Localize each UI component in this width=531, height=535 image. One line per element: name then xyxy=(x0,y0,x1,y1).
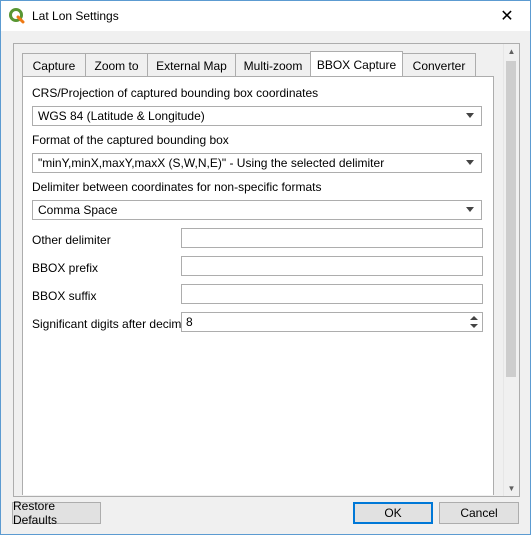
chevron-down-icon xyxy=(466,160,474,165)
ok-button[interactable]: OK xyxy=(353,502,433,524)
chevron-down-icon xyxy=(466,113,474,118)
format-dropdown[interactable]: "minY,minX,maxY,maxX (S,W,N,E)" - Using … xyxy=(32,153,482,173)
format-value: "minY,minX,maxY,maxX (S,W,N,E)" - Using … xyxy=(38,156,385,170)
window-title: Lat Lon Settings xyxy=(32,9,119,23)
delimiter-dropdown[interactable]: Comma Space xyxy=(32,200,482,220)
scroll-down-icon[interactable]: ▼ xyxy=(504,481,519,496)
title-bar: Lat Lon Settings ✕ xyxy=(1,1,530,31)
digits-spinbox[interactable]: 8 xyxy=(181,312,483,332)
delimiter-value: Comma Space xyxy=(38,203,118,217)
crs-label: CRS/Projection of captured bounding box … xyxy=(32,86,319,100)
chevron-down-icon xyxy=(466,207,474,212)
format-label: Format of the captured bounding box xyxy=(32,133,229,147)
restore-defaults-button[interactable]: Restore Defaults xyxy=(12,499,101,527)
close-button[interactable]: ✕ xyxy=(484,1,530,31)
crs-dropdown[interactable]: WGS 84 (Latitude & Longitude) xyxy=(32,106,482,126)
bbox-suffix-label: BBOX suffix xyxy=(32,289,97,303)
tab-capture[interactable]: Capture xyxy=(22,53,86,77)
scroll-up-icon[interactable]: ▲ xyxy=(504,44,519,59)
tab-bbox-capture[interactable]: BBOX Capture xyxy=(310,51,403,78)
crs-value: WGS 84 (Latitude & Longitude) xyxy=(38,109,205,123)
bbox-prefix-input[interactable] xyxy=(181,256,483,276)
digits-label: Significant digits after decimal xyxy=(32,317,191,331)
bbox-suffix-input[interactable] xyxy=(181,284,483,304)
other-delimiter-label: Other delimiter xyxy=(32,233,111,247)
other-delimiter-input[interactable] xyxy=(181,228,483,248)
qgis-logo-icon xyxy=(9,8,25,24)
tab-zoom-to[interactable]: Zoom to xyxy=(85,53,148,77)
tab-external-map[interactable]: External Map xyxy=(147,53,236,77)
spin-up-icon[interactable] xyxy=(470,316,478,320)
digits-value: 8 xyxy=(186,315,193,329)
vertical-scrollbar[interactable]: ▲ ▼ xyxy=(503,44,519,496)
bbox-capture-pane: CRS/Projection of captured bounding box … xyxy=(22,76,494,495)
tab-multi-zoom[interactable]: Multi-zoom xyxy=(235,53,311,77)
spin-down-icon[interactable] xyxy=(470,324,478,328)
delimiter-label: Delimiter between coordinates for non-sp… xyxy=(32,180,322,194)
bbox-prefix-label: BBOX prefix xyxy=(32,261,99,275)
cancel-button[interactable]: Cancel xyxy=(439,502,519,524)
scroll-thumb[interactable] xyxy=(506,61,516,377)
tab-converter[interactable]: Converter xyxy=(402,53,476,77)
